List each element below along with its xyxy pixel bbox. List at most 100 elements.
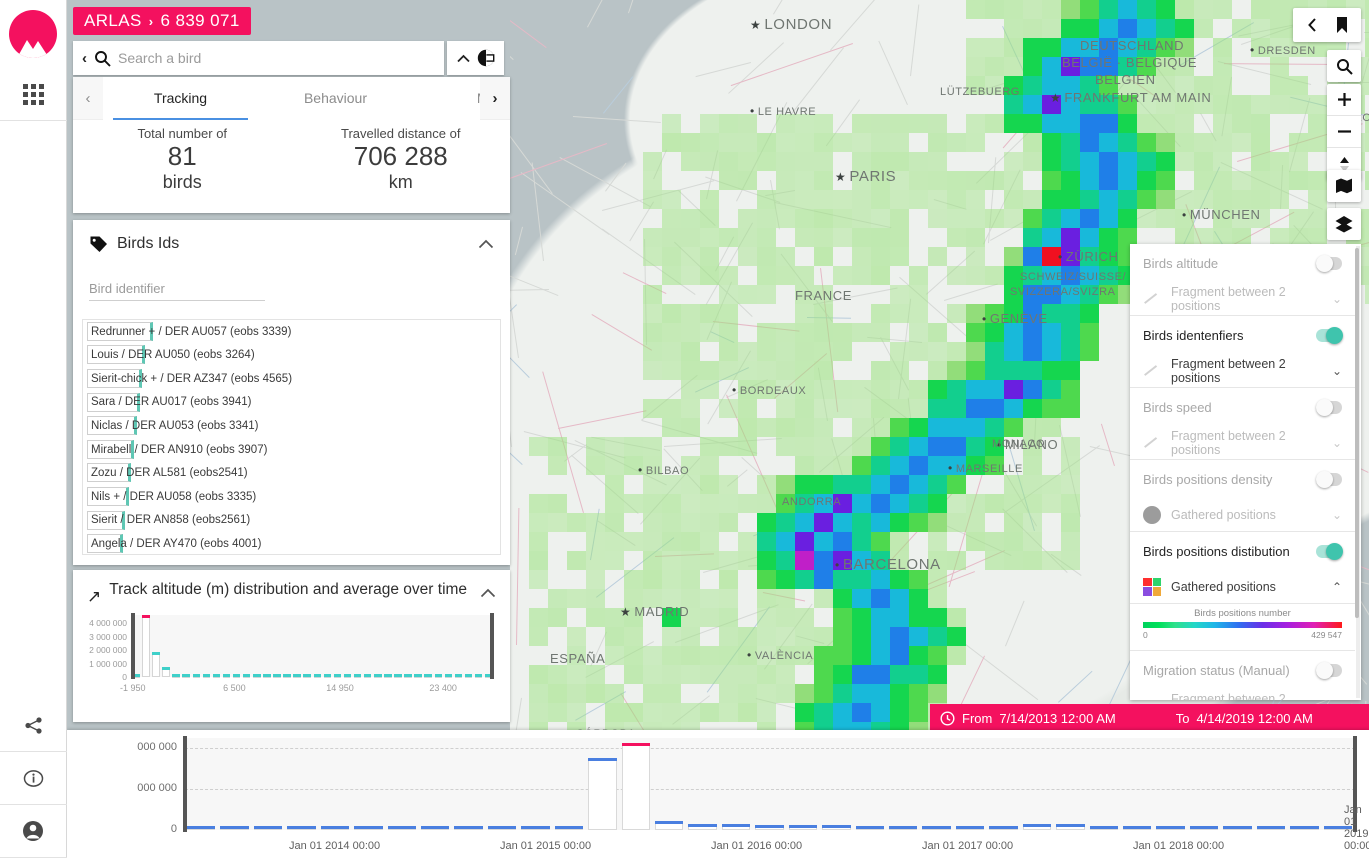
heatmap-cell[interactable] bbox=[1308, 171, 1327, 190]
heatmap-cell[interactable] bbox=[681, 323, 700, 342]
heatmap-cell[interactable] bbox=[890, 475, 909, 494]
heatmap-cell[interactable] bbox=[871, 513, 890, 532]
heatmap-cell[interactable] bbox=[966, 228, 985, 247]
heatmap-cell[interactable] bbox=[947, 475, 966, 494]
heatmap-cell[interactable] bbox=[643, 304, 662, 323]
sublayer-chevron-icon[interactable]: ⌄ bbox=[1332, 508, 1342, 522]
heatmap-cell[interactable] bbox=[567, 665, 586, 684]
heatmap-cell[interactable] bbox=[529, 570, 548, 589]
heatmap-cell[interactable] bbox=[1023, 228, 1042, 247]
heatmap-cell[interactable] bbox=[776, 589, 795, 608]
heatmap-cell[interactable] bbox=[1118, 171, 1137, 190]
heatmap-cell[interactable] bbox=[909, 418, 928, 437]
heatmap-cell[interactable] bbox=[719, 589, 738, 608]
heatmap-cell[interactable] bbox=[985, 209, 1004, 228]
heatmap-cell[interactable] bbox=[909, 342, 928, 361]
layer-sublayer[interactable]: Gathered positions ⌃ bbox=[1130, 570, 1355, 604]
heatmap-cell[interactable] bbox=[814, 646, 833, 665]
heatmap-cell[interactable] bbox=[985, 494, 1004, 513]
heatmap-cell[interactable] bbox=[909, 665, 928, 684]
apps-grid-icon[interactable] bbox=[0, 68, 67, 121]
heatmap-cell[interactable] bbox=[1080, 152, 1099, 171]
heatmap-cell[interactable] bbox=[928, 190, 947, 209]
heatmap-cell[interactable] bbox=[1175, 152, 1194, 171]
heatmap-cell[interactable] bbox=[1194, 0, 1213, 19]
heatmap-cell[interactable] bbox=[700, 513, 719, 532]
heatmap-cell[interactable] bbox=[852, 323, 871, 342]
heatmap-cell[interactable] bbox=[700, 323, 719, 342]
heatmap-cell[interactable] bbox=[548, 494, 567, 513]
heatmap-cell[interactable] bbox=[909, 589, 928, 608]
heatmap-cell[interactable] bbox=[852, 589, 871, 608]
heatmap-cell[interactable] bbox=[795, 475, 814, 494]
heatmap-cell[interactable] bbox=[719, 684, 738, 703]
search-bar[interactable]: ‹ bbox=[73, 41, 504, 75]
heatmap-cell[interactable] bbox=[814, 380, 833, 399]
heatmap-cell[interactable] bbox=[833, 627, 852, 646]
heatmap-cell[interactable] bbox=[909, 494, 928, 513]
heatmap-cell[interactable] bbox=[700, 114, 719, 133]
layers-scrollbar-track[interactable] bbox=[1355, 246, 1360, 698]
heatmap-cell[interactable] bbox=[624, 532, 643, 551]
heatmap-cell[interactable] bbox=[624, 627, 643, 646]
heatmap-cell[interactable] bbox=[833, 608, 852, 627]
heatmap-cell[interactable] bbox=[605, 437, 624, 456]
heatmap-cell[interactable] bbox=[909, 608, 928, 627]
heatmap-cell[interactable] bbox=[757, 570, 776, 589]
heatmap-cell[interactable] bbox=[966, 361, 985, 380]
heatmap-cell[interactable] bbox=[1004, 342, 1023, 361]
layer-group-birds-speed[interactable]: Birds speed bbox=[1130, 388, 1355, 426]
heatmap-cell[interactable] bbox=[1080, 209, 1099, 228]
heatmap-cell[interactable] bbox=[624, 570, 643, 589]
heatmap-cell[interactable] bbox=[738, 171, 757, 190]
bird-id-row[interactable]: Redrunner + / DER AU057 (eobs 3339) bbox=[83, 320, 500, 344]
heatmap-cell[interactable] bbox=[795, 323, 814, 342]
heatmap-cell[interactable] bbox=[1042, 475, 1061, 494]
heatmap-cell[interactable] bbox=[776, 665, 795, 684]
heatmap-cell[interactable] bbox=[814, 323, 833, 342]
layer-toggle[interactable] bbox=[1316, 326, 1343, 344]
heatmap-cell[interactable] bbox=[1365, 38, 1369, 57]
heatmap-cell[interactable] bbox=[1365, 285, 1369, 304]
heatmap-cell[interactable] bbox=[833, 589, 852, 608]
heatmap-cell[interactable] bbox=[852, 532, 871, 551]
heatmap-cell[interactable] bbox=[681, 418, 700, 437]
heatmap-cell[interactable] bbox=[586, 570, 605, 589]
heatmap-cell[interactable] bbox=[795, 456, 814, 475]
heatmap-cell[interactable] bbox=[1175, 19, 1194, 38]
heatmap-cell[interactable] bbox=[586, 513, 605, 532]
heatmap-cell[interactable] bbox=[852, 437, 871, 456]
heatmap-cell[interactable] bbox=[1023, 494, 1042, 513]
heatmap-cell[interactable] bbox=[700, 703, 719, 722]
heatmap-cell[interactable] bbox=[1156, 19, 1175, 38]
heatmap-cell[interactable] bbox=[814, 114, 833, 133]
heatmap-cell[interactable] bbox=[605, 703, 624, 722]
heatmap-cell[interactable] bbox=[1080, 323, 1099, 342]
heatmap-cell[interactable] bbox=[662, 475, 681, 494]
heatmap-cell[interactable] bbox=[1004, 0, 1023, 19]
heatmap-cell[interactable] bbox=[1175, 0, 1194, 19]
heatmap-cell[interactable] bbox=[776, 152, 795, 171]
heatmap-cell[interactable] bbox=[871, 627, 890, 646]
heatmap-cell[interactable] bbox=[681, 570, 700, 589]
search-back-chevron-icon[interactable]: ‹ bbox=[82, 50, 87, 67]
heatmap-cell[interactable] bbox=[776, 418, 795, 437]
heatmap-cell[interactable] bbox=[1023, 209, 1042, 228]
heatmap-cell[interactable] bbox=[776, 437, 795, 456]
heatmap-cell[interactable] bbox=[871, 190, 890, 209]
heatmap-cell[interactable] bbox=[795, 133, 814, 152]
heatmap-cell[interactable] bbox=[852, 133, 871, 152]
heatmap-cell[interactable] bbox=[814, 684, 833, 703]
layer-group-birds-positions-density[interactable]: Birds positions density bbox=[1130, 460, 1355, 498]
heatmap-cell[interactable] bbox=[757, 665, 776, 684]
heatmap-cell[interactable] bbox=[1042, 399, 1061, 418]
heatmap-cell[interactable] bbox=[966, 532, 985, 551]
heatmap-cell[interactable] bbox=[662, 209, 681, 228]
heatmap-cell[interactable] bbox=[681, 513, 700, 532]
heatmap-cell[interactable] bbox=[605, 475, 624, 494]
heatmap-cell[interactable] bbox=[852, 627, 871, 646]
heatmap-cell[interactable] bbox=[852, 380, 871, 399]
zoom-in-button[interactable] bbox=[1327, 84, 1361, 116]
heatmap-cell[interactable] bbox=[1099, 133, 1118, 152]
heatmap-cell[interactable] bbox=[1251, 171, 1270, 190]
